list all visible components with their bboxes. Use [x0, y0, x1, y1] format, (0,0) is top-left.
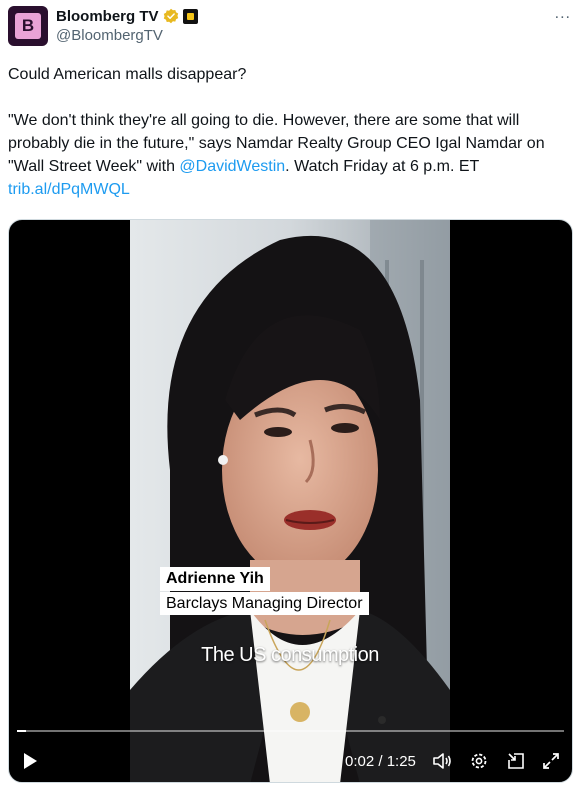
progress-bar[interactable]	[17, 730, 564, 732]
time-display: 0:02 / 1:25	[345, 753, 416, 770]
play-icon[interactable]	[19, 750, 41, 772]
tweet-card: B Bloomberg TV @BloombergTV ... Could Am…	[0, 0, 583, 791]
lower-third: Adrienne Yih Barclays Managing Director	[160, 567, 369, 615]
author-handle[interactable]: @BloombergTV	[56, 27, 163, 44]
player-controls: 0:02 / 1:25	[9, 746, 572, 776]
tweet-schedule: . Watch Friday at 6 p.m. ET	[285, 158, 480, 175]
video-player[interactable]: Adrienne Yih Barclays Managing Director …	[8, 219, 573, 783]
author-name-row: Bloomberg TV	[56, 6, 198, 26]
dock-icon[interactable]	[505, 750, 527, 772]
avatar-letter: B	[15, 13, 41, 39]
affiliate-badge-icon[interactable]	[182, 8, 198, 24]
avatar[interactable]: B	[8, 6, 48, 46]
fullscreen-icon[interactable]	[540, 750, 562, 772]
speaker-illustration	[130, 220, 450, 782]
progress-fill	[17, 730, 26, 732]
more-options-icon[interactable]: ...	[555, 6, 571, 22]
speaker-title: Barclays Managing Director	[160, 592, 369, 615]
verified-badge-icon	[163, 8, 178, 24]
display-name[interactable]: Bloomberg TV	[56, 8, 159, 25]
speaker-name: Adrienne Yih	[160, 567, 270, 591]
mention-link[interactable]: @DavidWestin	[179, 158, 285, 175]
video-caption: The US consumption	[201, 644, 379, 666]
tweet-body: Could American malls disappear? "We don'…	[8, 63, 573, 201]
tweet-url-link[interactable]: trib.al/dPqMWQL	[8, 181, 130, 198]
video-frame: Adrienne Yih Barclays Managing Director …	[130, 220, 450, 782]
tweet-quote-paragraph: "We don't think they're all going to die…	[8, 109, 573, 178]
volume-icon[interactable]	[431, 750, 453, 772]
settings-icon[interactable]	[468, 750, 490, 772]
tweet-question: Could American malls disappear?	[8, 66, 247, 83]
